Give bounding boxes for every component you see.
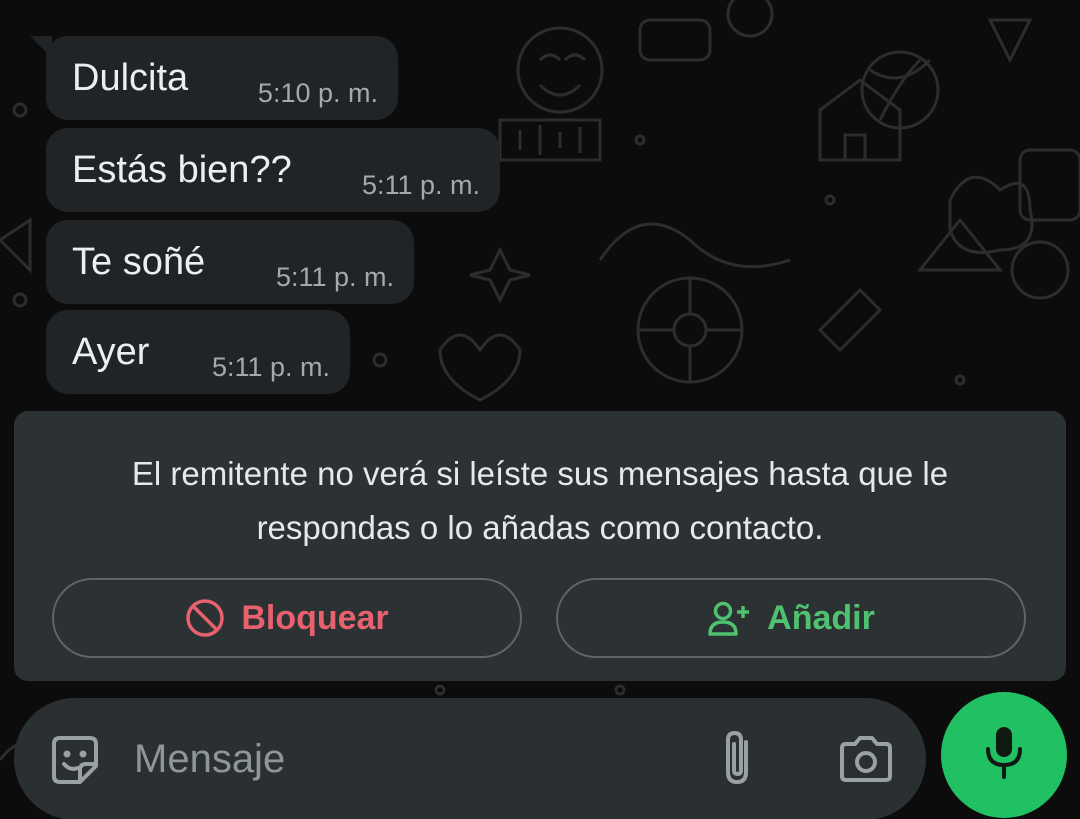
- add-contact-icon: [707, 598, 751, 638]
- message-text: Ayer: [72, 331, 150, 373]
- unknown-sender-notice: El remitente no verá si leíste sus mensa…: [131, 455, 949, 546]
- block-button[interactable]: Bloquear: [52, 578, 522, 658]
- message-time: 5:10 p. m.: [257, 78, 378, 108]
- voice-message-button[interactable]: [941, 692, 1067, 818]
- message-bubble[interactable]: Te soñé 5:11 p. m.: [46, 220, 414, 304]
- message-bubble[interactable]: Ayer 5:11 p. m.: [46, 310, 350, 394]
- unknown-sender-panel: El remitente no verá si leíste sus mensa…: [14, 411, 1066, 681]
- block-label: Bloquear: [241, 598, 389, 637]
- camera-icon[interactable]: [838, 734, 894, 789]
- message-time: 5:11 p. m.: [275, 262, 394, 292]
- message-bubble[interactable]: Estás bien?? 5:11 p. m.: [46, 128, 500, 212]
- message-time: 5:11 p. m.: [211, 352, 330, 382]
- chat-screen: Dulcita 5:10 p. m. Estás bien?? 5:11 p. …: [0, 0, 1080, 819]
- message-text: Te soñé: [72, 241, 206, 283]
- chat-wallpaper: [0, 0, 1080, 781]
- bubble-tail: [30, 36, 52, 58]
- microphone-icon: [982, 723, 1026, 788]
- message-text: Estás bien??: [72, 149, 292, 191]
- message-composer: [14, 698, 926, 819]
- message-text: Dulcita: [72, 57, 189, 99]
- message-bubble[interactable]: Dulcita 5:10 p. m.: [30, 36, 398, 120]
- paperclip-icon[interactable]: [718, 728, 758, 793]
- sticker-emoji-icon[interactable]: [48, 734, 102, 793]
- add-contact-label: Añadir: [767, 598, 875, 637]
- message-input[interactable]: [134, 728, 694, 790]
- message-time: 5:11 p. m.: [361, 170, 480, 200]
- block-icon: [185, 598, 225, 638]
- add-contact-button[interactable]: Añadir: [556, 578, 1026, 658]
